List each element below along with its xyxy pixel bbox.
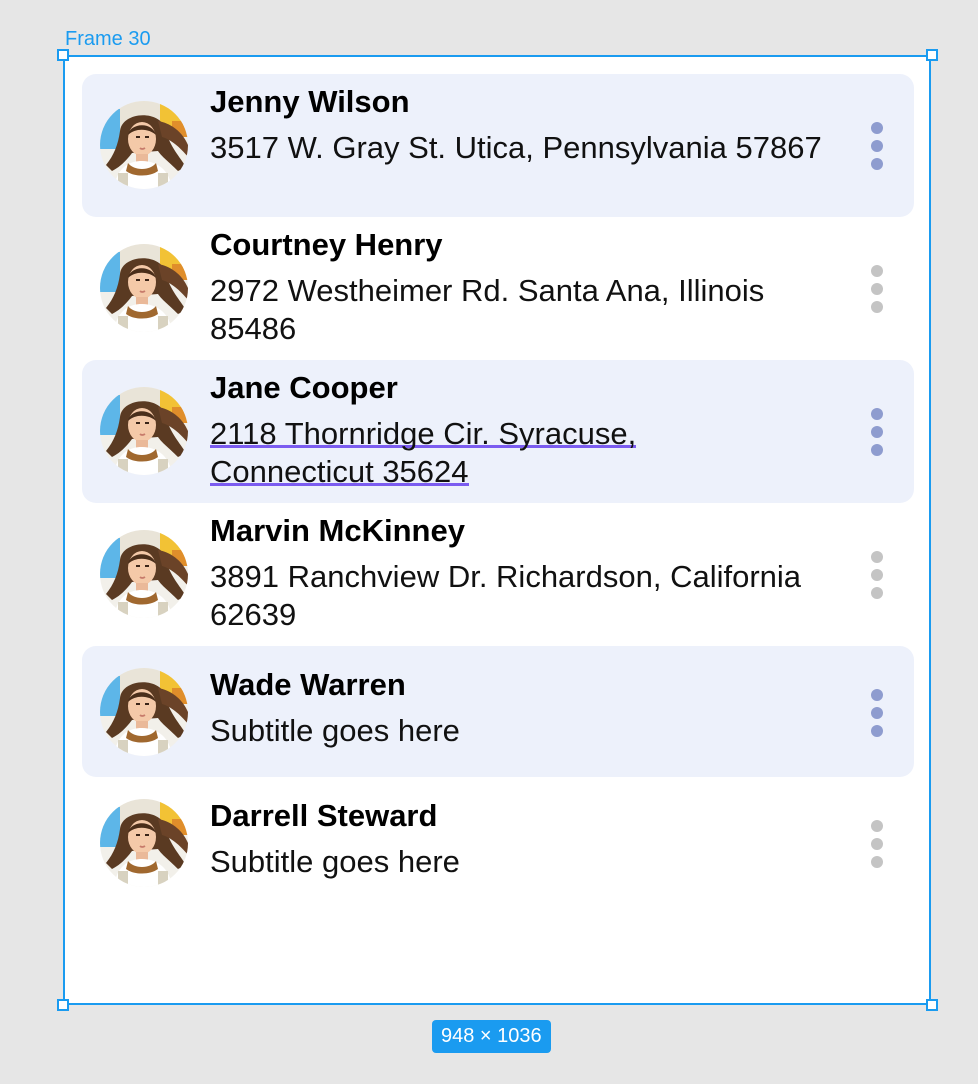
- avatar: [100, 668, 188, 756]
- list-item[interactable]: Courtney Henry 2972 Westheimer Rd. Santa…: [82, 217, 914, 360]
- list-item[interactable]: Wade Warren Subtitle goes here: [82, 646, 914, 777]
- list-item-text: Courtney Henry 2972 Westheimer Rd. Santa…: [210, 228, 830, 348]
- contact-name: Wade Warren: [210, 667, 406, 702]
- resize-handle-top-left[interactable]: [57, 49, 69, 61]
- contact-subtitle: 3517 W. Gray St. Utica, Pennsylvania 578…: [210, 130, 822, 165]
- more-vertical-icon[interactable]: [870, 820, 884, 868]
- more-vertical-icon[interactable]: [870, 551, 884, 599]
- dimension-badge: 948 × 1036: [432, 1020, 551, 1053]
- contact-subtitle: 3891 Ranchview Dr. Richardson, Californi…: [210, 559, 802, 632]
- more-vertical-icon[interactable]: [870, 408, 884, 456]
- resize-handle-bottom-left[interactable]: [57, 999, 69, 1011]
- contact-name: Marvin McKinney: [210, 513, 465, 548]
- list-item[interactable]: Jane Cooper 2118 Thornridge Cir. Syracus…: [82, 360, 914, 503]
- avatar: [100, 101, 188, 189]
- list-item[interactable]: Darrell Steward Subtitle goes here: [82, 777, 914, 908]
- resize-handle-top-right[interactable]: [926, 49, 938, 61]
- contact-name: Darrell Steward: [210, 798, 438, 833]
- avatar: [100, 530, 188, 618]
- contact-subtitle: Subtitle goes here: [210, 713, 460, 748]
- contact-name: Jenny Wilson: [210, 84, 410, 119]
- spellcheck-underlined-text: 2118 Thornridge Cir. Syracuse,: [210, 416, 637, 451]
- spellcheck-underlined-text: Connecticut 35624: [210, 454, 469, 489]
- contact-name: Courtney Henry: [210, 227, 443, 262]
- avatar: [100, 799, 188, 887]
- contact-list: Jenny Wilson 3517 W. Gray St. Utica, Pen…: [82, 74, 914, 908]
- list-item-text: Marvin McKinney 3891 Ranchview Dr. Richa…: [210, 514, 830, 634]
- more-vertical-icon[interactable]: [870, 122, 884, 170]
- contact-subtitle: Subtitle goes here: [210, 844, 460, 879]
- more-vertical-icon[interactable]: [870, 689, 884, 737]
- list-item-text: Darrell Steward Subtitle goes here: [210, 799, 830, 881]
- avatar: [100, 244, 188, 332]
- list-item-text: Jane Cooper 2118 Thornridge Cir. Syracus…: [210, 371, 830, 491]
- frame-label[interactable]: Frame 30: [65, 27, 151, 51]
- avatar: [100, 387, 188, 475]
- list-item-text: Jenny Wilson 3517 W. Gray St. Utica, Pen…: [210, 85, 830, 167]
- contact-name: Jane Cooper: [210, 370, 398, 405]
- contact-subtitle: 2118 Thornridge Cir. Syracuse, Connectic…: [210, 415, 830, 491]
- list-item[interactable]: Jenny Wilson 3517 W. Gray St. Utica, Pen…: [82, 74, 914, 217]
- list-item[interactable]: Marvin McKinney 3891 Ranchview Dr. Richa…: [82, 503, 914, 646]
- resize-handle-bottom-right[interactable]: [926, 999, 938, 1011]
- list-item-text: Wade Warren Subtitle goes here: [210, 668, 830, 750]
- contact-subtitle: 2972 Westheimer Rd. Santa Ana, Illinois …: [210, 273, 765, 346]
- more-vertical-icon[interactable]: [870, 265, 884, 313]
